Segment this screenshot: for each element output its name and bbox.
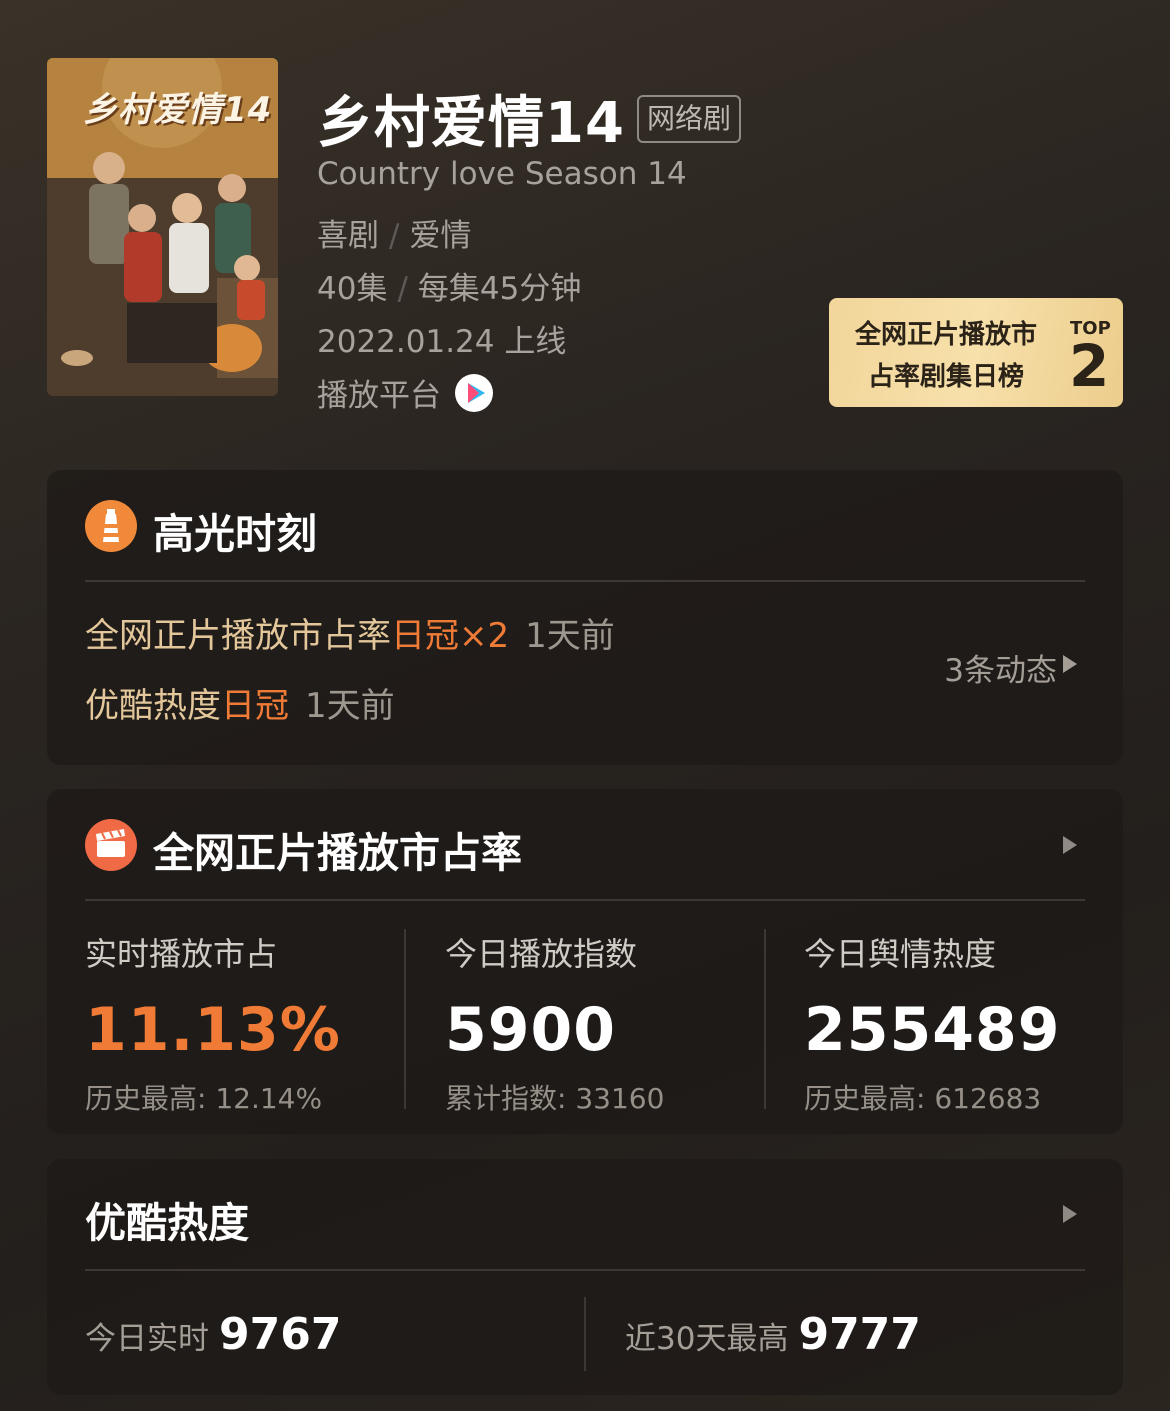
show-header: 乡村爱情14 乡村爱情14 网络剧 Country love Season 14… [47, 58, 1123, 414]
separator: / [397, 271, 408, 307]
youku-heat-card[interactable]: 优酷热度 今日实时 9767 近30天最高 9777 [47, 1159, 1123, 1395]
poster-title-text: 乡村爱情14 [83, 90, 273, 130]
highlight-accent: 日冠 [221, 686, 289, 726]
episode-duration: 每集45分钟 [417, 271, 582, 307]
heat-today: 今日实时 9767 [85, 1309, 341, 1360]
market-share-title: 全网正片播放市占率 [153, 829, 522, 877]
more-updates-link[interactable]: 3条动态 [944, 645, 1057, 690]
youku-heat-title: 优酷热度 [85, 1199, 249, 1247]
rank-badge-line2: 占率剧集日榜 [867, 362, 1024, 392]
stat-label: 今日舆情热度 [804, 935, 997, 973]
heat-today-value: 9767 [219, 1309, 342, 1360]
highlight-item: 优酷热度日冠 1天前 [85, 678, 395, 727]
platform-logo-icon[interactable] [455, 373, 493, 412]
highlight-accent: 日冠×2 [391, 616, 510, 656]
divider [764, 929, 766, 1109]
highlight-item: 全网正片播放市占率日冠×2 1天前 [85, 608, 615, 657]
stat-play-index: 今日播放指数 5900 累计指数: 33160 [445, 929, 745, 1117]
stat-value: 11.13% [85, 995, 341, 1065]
highlights-title: 高光时刻 [153, 510, 317, 558]
platform-row: 播放平台 [317, 370, 493, 415]
heat-max-value: 9777 [798, 1309, 921, 1360]
highlight-time: 1天前 [305, 686, 395, 726]
show-type-tag: 网络剧 [636, 94, 741, 143]
genre-2: 爱情 [409, 218, 472, 254]
heat-today-label: 今日实时 [85, 1321, 209, 1357]
chevron-right-icon[interactable] [1063, 655, 1077, 673]
release-date: 2022.01.24 上线 [317, 324, 567, 360]
market-share-card[interactable]: 全网正片播放市占率 实时播放市占 11.13% 历史最高: 12.14% 今日播… [47, 789, 1123, 1134]
lighthouse-icon [85, 500, 137, 552]
show-title: 乡村爱情14 [317, 91, 625, 156]
chevron-right-icon[interactable] [1063, 1205, 1077, 1223]
stat-value: 5900 [445, 995, 616, 1065]
stat-value: 255489 [804, 995, 1061, 1065]
rank-badge-text: 全网正片播放市 占率剧集日榜 [851, 314, 1041, 398]
stat-opinion-heat: 今日舆情热度 255489 历史最高: 612683 [804, 929, 1104, 1117]
show-poster[interactable]: 乡村爱情14 [47, 58, 278, 396]
stat-sub: 历史最高: 612683 [804, 1082, 1042, 1115]
platform-label: 播放平台 [317, 378, 441, 414]
english-title: Country love Season 14 [317, 156, 687, 192]
divider [85, 580, 1085, 582]
stat-sub: 累计指数: 33160 [445, 1082, 665, 1115]
rank-number: 2 [1069, 332, 1110, 400]
divider [584, 1297, 586, 1371]
highlights-card[interactable]: 高光时刻 全网正片播放市占率日冠×2 1天前 优酷热度日冠 1天前 3条动态 [47, 470, 1123, 765]
rank-badge[interactable]: 全网正片播放市 占率剧集日榜 TOP 2 [829, 298, 1123, 407]
stat-label: 今日播放指数 [445, 935, 638, 973]
highlight-time: 1天前 [525, 616, 615, 656]
title-row: 乡村爱情14 网络剧 [317, 78, 741, 159]
highlight-text: 优酷热度 [85, 686, 221, 726]
stat-realtime-share: 实时播放市占 11.13% 历史最高: 12.14% [85, 929, 385, 1117]
heat-max-label: 近30天最高 [625, 1321, 789, 1357]
stat-label: 实时播放市占 [85, 935, 278, 973]
clapperboard-icon [85, 819, 137, 871]
divider [85, 1269, 1085, 1271]
divider [85, 899, 1085, 901]
divider [404, 929, 406, 1109]
genre-1: 喜剧 [317, 218, 379, 254]
heat-30day-max: 近30天最高 9777 [625, 1309, 921, 1360]
separator: / [389, 218, 400, 254]
episode-count: 40集 [317, 271, 388, 307]
genres: 喜剧 / 爱情 [317, 210, 471, 255]
highlight-text: 全网正片播放市占率 [85, 616, 391, 656]
chevron-right-icon[interactable] [1063, 836, 1077, 854]
stat-sub: 历史最高: 12.14% [85, 1082, 323, 1115]
rank-badge-line1: 全网正片播放市 [854, 320, 1037, 350]
episode-info: 40集 / 每集45分钟 [317, 263, 581, 308]
